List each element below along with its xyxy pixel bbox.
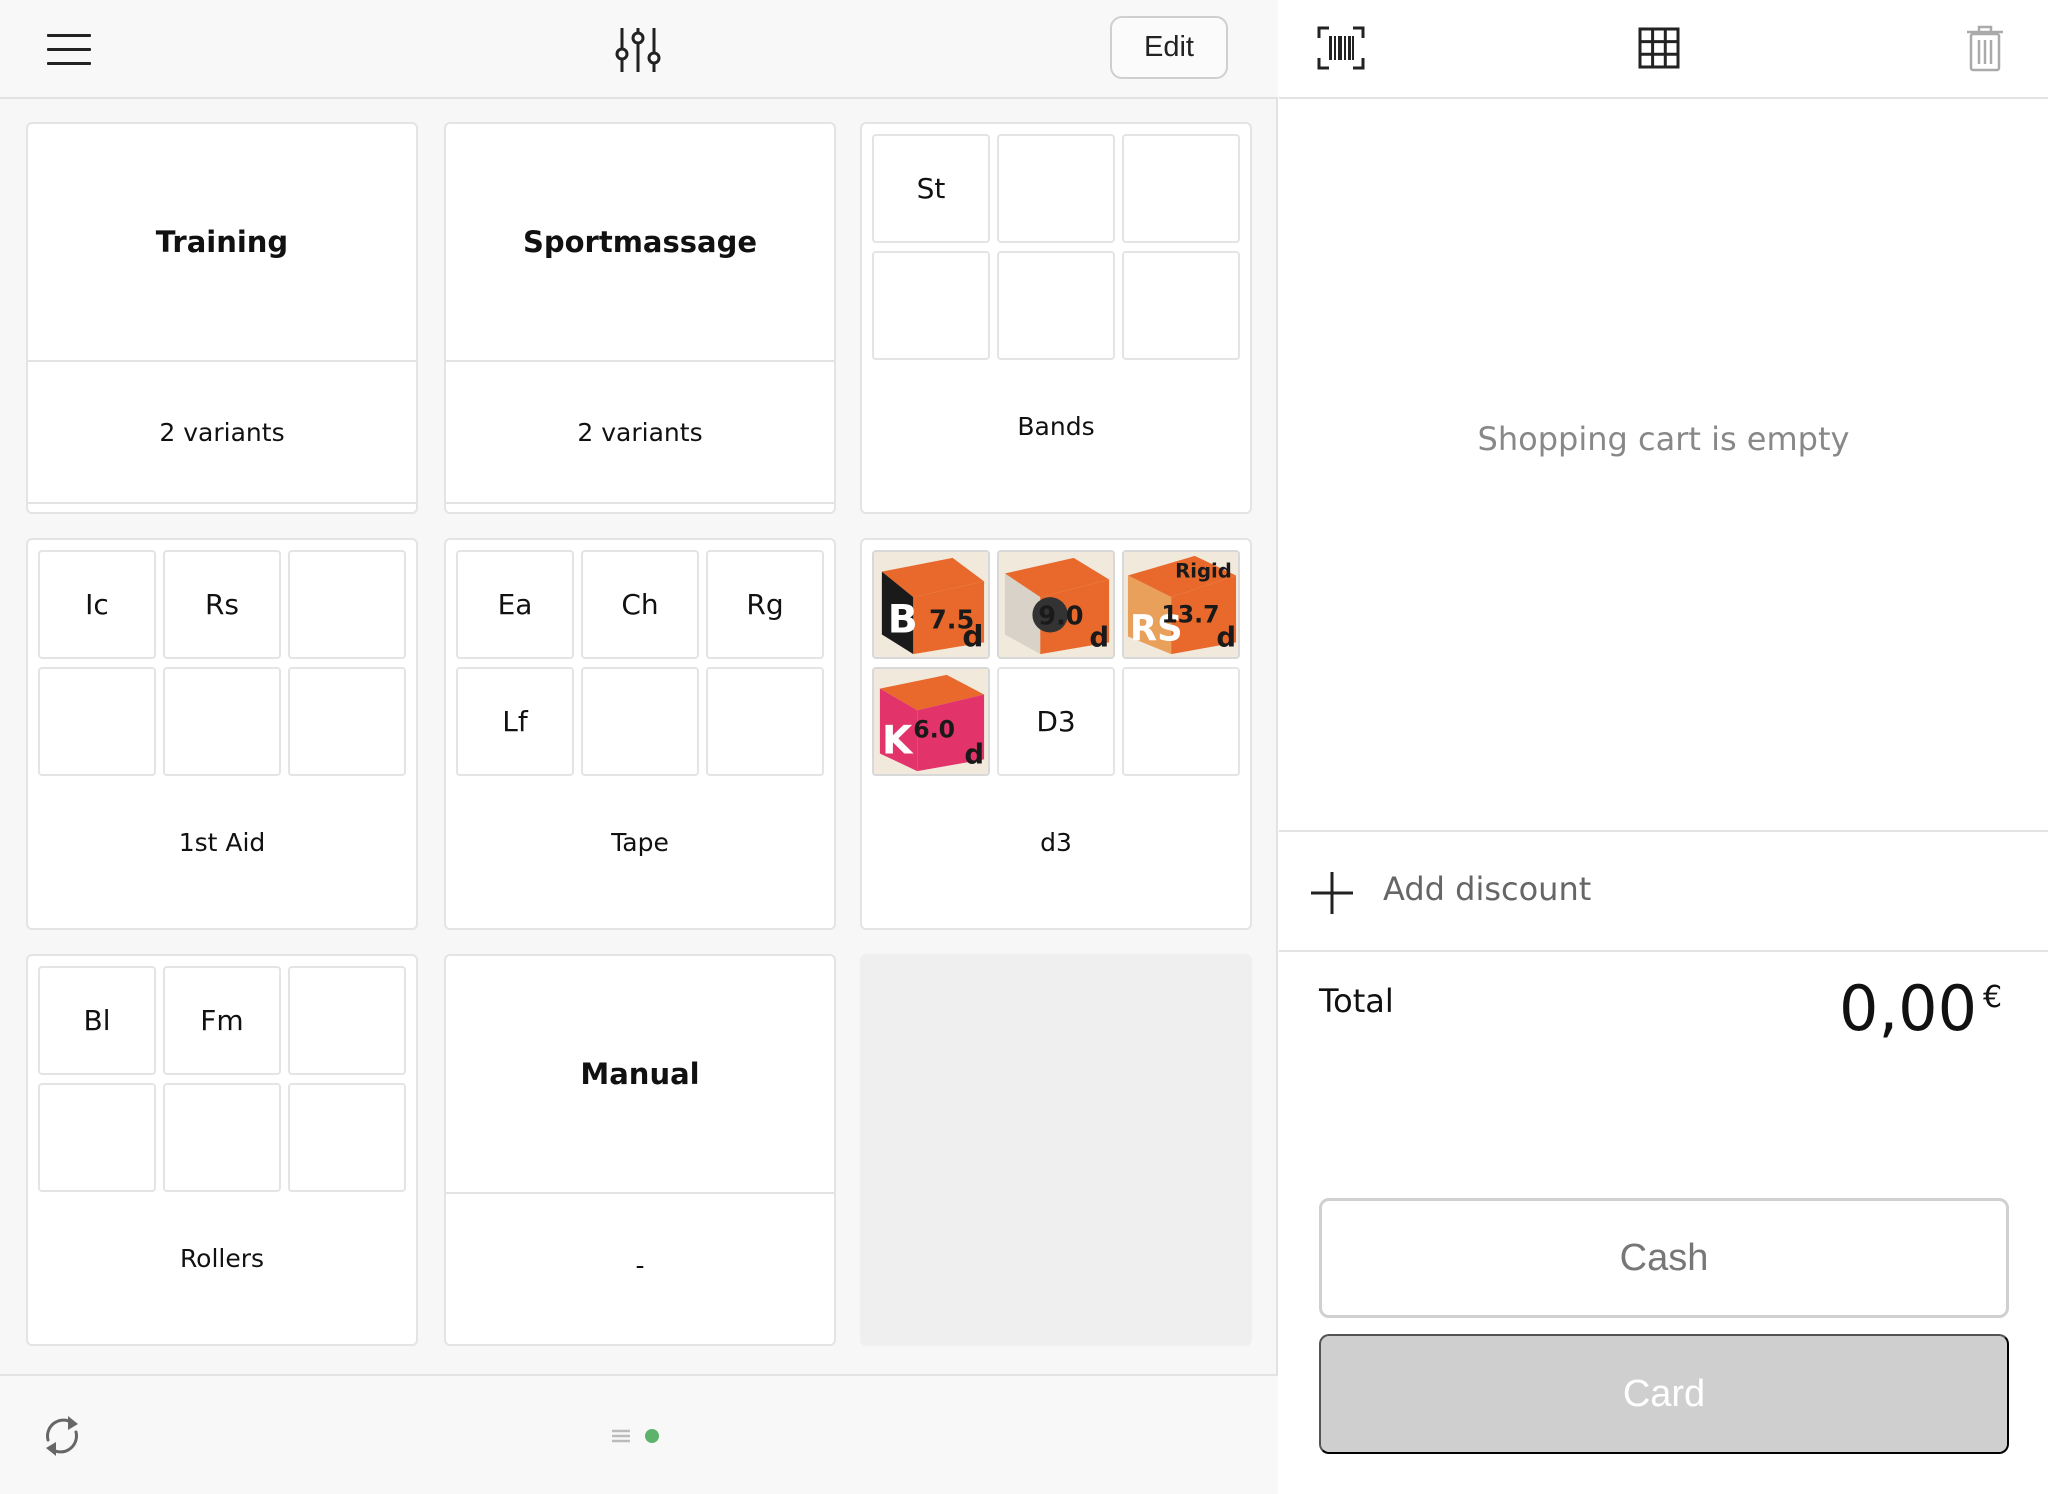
folder-cell <box>288 667 406 776</box>
refresh-icon[interactable] <box>40 1410 84 1462</box>
plus-icon <box>1309 870 1355 916</box>
folder-cell <box>997 251 1115 360</box>
cash-button[interactable]: Cash <box>1319 1198 2009 1318</box>
folder-tile-1st-aid[interactable]: Ic Rs 1st Aid <box>26 538 418 930</box>
product-tile-training[interactable]: Training 2 variants <box>26 122 418 514</box>
folder-cell <box>872 251 990 360</box>
svg-text:Rigid: Rigid <box>1175 559 1232 582</box>
folder-cell: Rs <box>163 550 281 659</box>
product-name: Training <box>28 124 416 362</box>
folder-cell <box>706 667 824 776</box>
edit-button[interactable]: Edit <box>1110 16 1228 79</box>
folder-cell <box>288 550 406 659</box>
product-variants: 2 variants <box>446 362 834 504</box>
folder-cell: Ea <box>456 550 574 659</box>
folder-cell <box>38 667 156 776</box>
svg-text:13.7: 13.7 <box>1161 601 1219 629</box>
svg-text:K: K <box>882 718 914 763</box>
cart-empty-message: Shopping cart is empty <box>1477 420 1850 458</box>
product-name: Manual <box>446 956 834 1194</box>
folder-label: d3 <box>1040 827 1072 857</box>
svg-text:d: d <box>964 738 984 770</box>
product-variants: 2 variants <box>28 362 416 504</box>
d3-rigid-13.7-image: Rigid RS 13.7 d <box>1122 550 1240 659</box>
d3-tape-9.0-image: 9.0 d <box>997 550 1115 659</box>
folder-cell: Bl <box>38 966 156 1075</box>
folder-cell: Fm <box>163 966 281 1075</box>
folder-preview-grid: B 7.5 d 9.0 d Rigid RS 13.7 d K 6.0 d D3 <box>872 550 1240 776</box>
folder-cell <box>1122 251 1240 360</box>
page-indicator[interactable] <box>612 1426 668 1446</box>
folder-cell <box>1122 134 1240 243</box>
product-name: Sportmassage <box>446 124 834 362</box>
product-panel: Edit Training 2 variants Sportmassage 2 … <box>0 0 1278 1494</box>
product-footer <box>0 1374 1278 1494</box>
folder-tile-rollers[interactable]: Bl Fm Rollers <box>26 954 418 1346</box>
folder-cell <box>163 667 281 776</box>
sliders-icon[interactable] <box>612 24 664 76</box>
folder-cell: Ch <box>581 550 699 659</box>
folder-cell: Lf <box>456 667 574 776</box>
svg-text:d: d <box>1216 621 1236 653</box>
folder-cell <box>38 1083 156 1192</box>
svg-text:d: d <box>962 619 983 653</box>
folder-cell <box>163 1083 281 1192</box>
folder-cell: Ic <box>38 550 156 659</box>
product-toolbar: Edit <box>0 0 1278 99</box>
d3-kinesiology-6.0-image: K 6.0 d <box>872 667 990 776</box>
cart-toolbar <box>1279 0 2048 99</box>
empty-tile-slot[interactable] <box>860 954 1252 1346</box>
total-amount: 0,00 <box>1839 972 1978 1045</box>
svg-text:d: d <box>1089 621 1109 653</box>
pos-app: Edit Training 2 variants Sportmassage 2 … <box>0 0 2048 1494</box>
cart-panel: Shopping cart is empty Add discount Tota… <box>1279 0 2048 1494</box>
folder-preview-grid: Ic Rs <box>38 550 406 776</box>
folder-tile-tape[interactable]: Ea Ch Rg Lf Tape <box>444 538 836 930</box>
folder-preview-grid: Bl Fm <box>38 966 406 1192</box>
list-icon <box>612 1429 630 1443</box>
folder-cell: Rg <box>706 550 824 659</box>
total-label: Total <box>1319 982 1394 1020</box>
folder-cell <box>288 1083 406 1192</box>
add-discount-row[interactable]: Add discount <box>1279 830 2048 952</box>
total-currency: € <box>1983 980 2003 1015</box>
folder-cell: D3 <box>997 667 1115 776</box>
svg-text:B: B <box>888 598 918 643</box>
folder-tile-d3[interactable]: B 7.5 d 9.0 d Rigid RS 13.7 d K 6.0 d D3… <box>860 538 1252 930</box>
product-tile-manual[interactable]: Manual - <box>444 954 836 1346</box>
card-button[interactable]: Card <box>1319 1334 2009 1454</box>
trash-icon[interactable] <box>1965 24 2005 72</box>
folder-tile-bands[interactable]: St Bands <box>860 122 1252 514</box>
folder-label: Bands <box>1017 411 1095 441</box>
barcode-scan-icon[interactable] <box>1317 26 1365 70</box>
grid-icon[interactable] <box>1637 26 1681 70</box>
add-discount-label: Add discount <box>1383 870 1592 908</box>
product-tile-sportmassage[interactable]: Sportmassage 2 variants <box>444 122 836 514</box>
folder-label: Rollers <box>179 1243 265 1273</box>
product-variants: - <box>635 1250 645 1280</box>
folder-cell <box>581 667 699 776</box>
folder-cell <box>997 134 1115 243</box>
folder-cell <box>288 966 406 1075</box>
d3-tape-7.5-image: B 7.5 d <box>872 550 990 659</box>
svg-text:6.0: 6.0 <box>913 716 955 744</box>
folder-label: Tape <box>611 827 669 857</box>
svg-text:9.0: 9.0 <box>1038 602 1083 632</box>
folder-preview-grid: Ea Ch Rg Lf <box>456 550 824 776</box>
folder-cell <box>1122 667 1240 776</box>
folder-preview-grid: St <box>872 134 1240 360</box>
folder-cell: St <box>872 134 990 243</box>
folder-label: 1st Aid <box>178 827 266 857</box>
hamburger-menu-icon[interactable] <box>44 28 94 70</box>
page-dot-active <box>645 1429 659 1443</box>
